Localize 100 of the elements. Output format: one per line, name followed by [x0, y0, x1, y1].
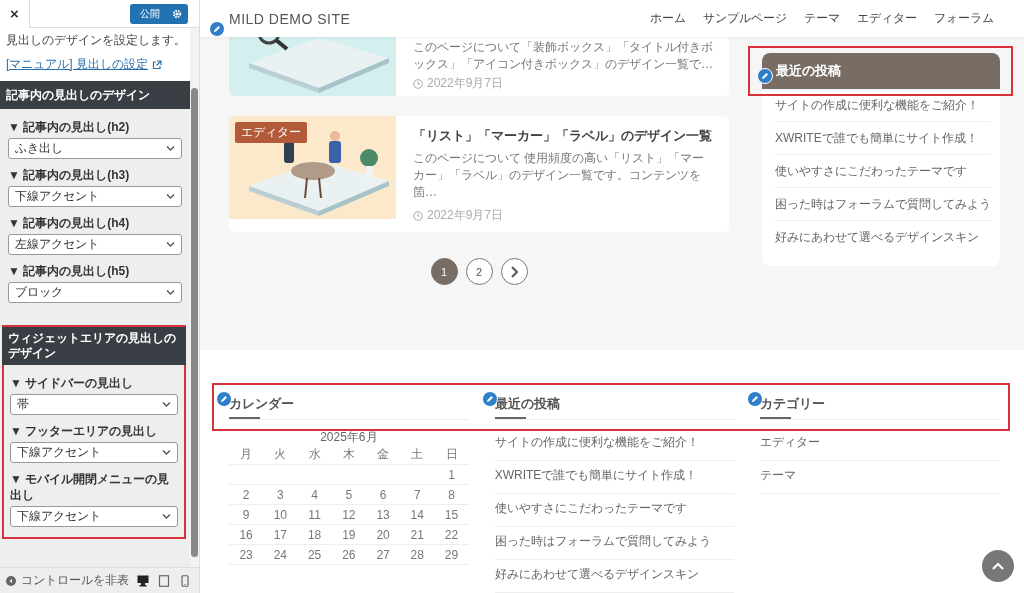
- calendar-day: 10: [263, 504, 298, 525]
- widget-link[interactable]: 困った時はフォーラムで質問してみよう: [494, 527, 735, 560]
- calendar-day: 21: [400, 524, 435, 545]
- edit-pencil-icon[interactable]: [209, 21, 225, 37]
- select-field[interactable]: 下線アクセント: [8, 186, 182, 207]
- control-label: ▼ サイドバーの見出し: [10, 375, 135, 391]
- select-field[interactable]: 左線アクセント: [8, 234, 182, 255]
- widget-link[interactable]: サイトの作成に便利な機能をご紹介！: [494, 428, 735, 461]
- widget-heading: カテゴリー: [760, 395, 827, 413]
- clock-icon: [413, 210, 423, 221]
- calendar-day: 1: [434, 464, 469, 485]
- mobile-icon: [178, 574, 191, 587]
- select-field[interactable]: ブロック: [8, 282, 182, 303]
- select-field[interactable]: ふき出し: [8, 138, 182, 159]
- calendar-day: 16: [229, 524, 264, 545]
- settings-icon: [172, 8, 182, 19]
- post-link[interactable]: 使いやすさにこだわったテーマです: [775, 155, 990, 189]
- chevron-down-icon: [166, 145, 175, 152]
- chevron-down-icon: [162, 401, 171, 408]
- edit-pencil-icon[interactable]: [757, 68, 773, 85]
- publish-button[interactable]: 公開: [130, 3, 188, 24]
- control-label: ▼ 記事内の見出し(h5): [8, 263, 131, 279]
- select-field[interactable]: 下線アクセント: [10, 506, 178, 527]
- widget-link[interactable]: 使いやすさにこだわったテーマです: [494, 494, 735, 527]
- page-link[interactable]: 2: [465, 258, 493, 286]
- scrollbar-thumb[interactable]: [191, 88, 198, 557]
- control-label: ▼ モバイル開閉メニューの見出し: [10, 471, 171, 503]
- page-link[interactable]: 1: [430, 258, 458, 286]
- weekday-label: 木: [331, 445, 366, 465]
- calendar-day: 25: [297, 544, 332, 565]
- calendar-day: 18: [297, 524, 332, 545]
- select-field[interactable]: 下線アクセント: [10, 442, 178, 463]
- post-link[interactable]: サイトの作成に便利な機能をご紹介！: [775, 89, 990, 123]
- widget-heading: カレンダー: [229, 395, 295, 413]
- chevron-down-icon: [166, 289, 175, 296]
- calendar-day: 4: [297, 484, 332, 505]
- nav-link[interactable]: フォーラム: [934, 10, 994, 28]
- post-date: 2022年9月7日: [427, 207, 504, 225]
- weekday-label: 火: [263, 445, 298, 465]
- calendar-day: 9: [229, 504, 264, 525]
- post-date: 2022年9月7日: [427, 75, 504, 93]
- calendar-day: 19: [331, 524, 366, 545]
- post-link[interactable]: 好みにあわせて選べるデザインスキン: [775, 221, 990, 255]
- post-title[interactable]: 「リスト」「マーカー」「ラベル」のデザイン一覧: [413, 127, 715, 146]
- calendar-day: 20: [365, 524, 401, 545]
- widget-link[interactable]: テーマ: [760, 461, 1000, 494]
- calendar-day: 29: [434, 544, 469, 565]
- widget-heading: 最近の投稿: [762, 53, 1000, 90]
- chevron-down-icon: [166, 193, 175, 200]
- desktop-icon: [136, 574, 149, 587]
- external-link-icon: [152, 59, 162, 70]
- post-excerpt: このページについて 使用頻度の高い「リスト」「マーカー」「ラベル」のデザイン一覧です。コンテンツを箇…: [413, 150, 706, 202]
- calendar-day: 13: [365, 504, 401, 525]
- calendar-day: 28: [400, 544, 435, 565]
- scrollbar[interactable]: [190, 28, 199, 567]
- select-field[interactable]: 帯: [10, 394, 178, 415]
- post-link[interactable]: XWRITEで誰でも簡単にサイト作成！: [775, 122, 990, 156]
- weekday-label: 土: [400, 445, 435, 465]
- nav-link[interactable]: テーマ: [804, 10, 840, 28]
- nav-link[interactable]: ホーム: [650, 10, 686, 28]
- calendar-day: 11: [297, 504, 332, 525]
- close-button[interactable]: ×: [0, 0, 30, 28]
- calendar-day: 8: [434, 484, 469, 505]
- widget-link[interactable]: 好みにあわせて選べるデザインスキン: [494, 560, 735, 593]
- tablet-icon: [157, 574, 170, 587]
- weekday-label: 月: [229, 445, 264, 465]
- next-page-button[interactable]: [500, 258, 528, 286]
- calendar-day: 17: [263, 524, 298, 545]
- nav-link[interactable]: サンプルページ: [703, 10, 787, 28]
- widget-link[interactable]: エディター: [760, 428, 1000, 461]
- nav-link[interactable]: エディター: [857, 10, 917, 28]
- chevron-down-icon: [162, 513, 171, 520]
- section-heading: 記事内の見出しのデザイン: [0, 81, 190, 109]
- control-label: ▼ 記事内の見出し(h2): [8, 119, 131, 135]
- post-card[interactable]: このページについて「装飾ボックス」「タイトル付きボックス」「アイコン付きボックス」のデザイン一覧で… 2022年9月7日: [229, 37, 729, 97]
- edit-pencil-icon[interactable]: [216, 391, 232, 407]
- control-label: ▼ 記事内の見出し(h3): [8, 167, 131, 183]
- clock-icon: [413, 78, 423, 89]
- weekday-label: 日: [434, 445, 469, 465]
- widget-link[interactable]: XWRITEで誰でも簡単にサイト作成！: [494, 461, 735, 494]
- control-label: ▼ 記事内の見出し(h4): [8, 215, 131, 231]
- weekday-label: 水: [297, 445, 332, 465]
- control-label: ▼ フッターエリアの見出し: [10, 423, 159, 439]
- chevron-down-icon: [166, 241, 175, 248]
- calendar-day: 5: [331, 484, 366, 505]
- site-title[interactable]: MILD DEMO SITE: [229, 10, 351, 27]
- calendar-day: 24: [263, 544, 298, 565]
- hide-controls-button[interactable]: コントロールを非表: [6, 572, 132, 589]
- calendar-day: 23: [229, 544, 264, 565]
- calendar-day: 3: [263, 484, 298, 505]
- calendar-day: 2: [229, 484, 264, 505]
- collapse-icon: [6, 575, 16, 586]
- chevron-up-icon: [992, 561, 1004, 571]
- calendar-day: 22: [434, 524, 469, 545]
- weekday-label: 金: [365, 445, 401, 465]
- post-link[interactable]: 困った時はフォーラムで質問してみよう: [775, 188, 990, 222]
- description-text: 見出しのデザインを設定します。: [6, 32, 184, 49]
- post-card[interactable]: エディター 「リスト」「マーカー」「ラベル」のデザイン一覧 このページについて 使用頻度の高い「リスト」「マーカー」「ラベル」のデザイン一覧です。コンテンツを箇… 2022年9月7日: [229, 116, 729, 233]
- post-excerpt: このページについて「装飾ボックス」「タイトル付きボックス」「アイコン付きボックス」のデザイン一覧で…: [413, 39, 714, 74]
- category-tag[interactable]: エディター: [235, 122, 307, 144]
